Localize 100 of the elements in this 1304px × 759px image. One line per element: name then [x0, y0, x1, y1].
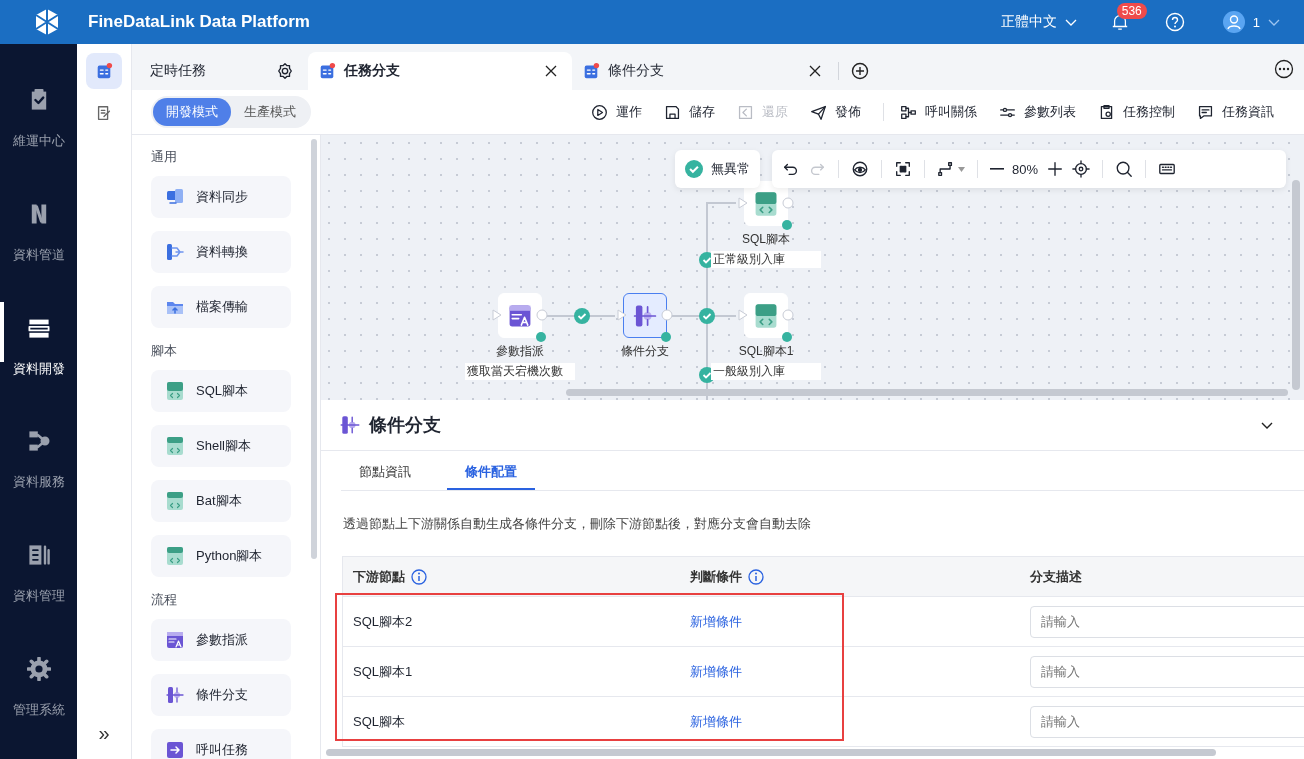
expand-button[interactable]: » [98, 722, 110, 745]
scrollbar[interactable] [1292, 180, 1300, 390]
toolbar-button[interactable]: 運作 [591, 103, 642, 121]
palette-item[interactable]: Bat腳本 [151, 480, 291, 522]
scrollbar[interactable] [566, 389, 1288, 396]
flow-node[interactable] [623, 293, 667, 338]
add-condition-link[interactable]: 新增條件 [690, 612, 742, 631]
item-label: SQL腳本 [196, 382, 248, 400]
section-heading: 流程 [151, 591, 178, 609]
editor-tab[interactable]: 定時任務 [132, 52, 308, 90]
toolbar-button[interactable]: 發佈 [810, 103, 861, 121]
input-field[interactable]: 請輸入 [1030, 605, 1304, 638]
shell-file-icon [165, 436, 185, 456]
nav-item[interactable]: 資料管理 [0, 531, 77, 646]
app-title: FineDataLink Data Platform [88, 12, 310, 32]
palette-item[interactable]: Shell腳本 [151, 425, 291, 467]
nav-item[interactable]: 維運中心 [0, 76, 77, 190]
node-note: 一般級別入庫 [711, 363, 821, 380]
output-port-icon [782, 309, 794, 321]
panel-tab[interactable]: 節點資訊 [341, 455, 429, 490]
user-menu[interactable]: 1 [1222, 11, 1280, 33]
palette-item[interactable]: Python腳本 [151, 535, 291, 577]
scrollbar[interactable] [311, 139, 317, 559]
tool-button[interactable] [851, 160, 869, 178]
toolbar-button[interactable]: 參數列表 [999, 103, 1076, 121]
check-circle-icon [699, 308, 715, 324]
node-label: 條件分支 [621, 343, 669, 360]
palette-item[interactable]: 參數指派 [151, 619, 291, 661]
node-label: 參數指派 [496, 343, 544, 360]
task-icon [318, 62, 336, 80]
input-port-icon [617, 309, 627, 321]
language-selector[interactable]: 正體中文 [1000, 13, 1077, 31]
palette-item[interactable]: 檔案傳輸 [151, 286, 291, 328]
status-text: 無異常 [711, 160, 750, 178]
tool-button[interactable] [1115, 160, 1134, 178]
palette-item[interactable]: 條件分支 [151, 674, 291, 716]
editor-tab[interactable]: 任務分支 [308, 52, 572, 90]
toolbar-button[interactable]: 呼叫關係 [900, 103, 977, 121]
tool-button[interactable] [1046, 160, 1065, 178]
branch-icon [165, 685, 185, 705]
panel-tab[interactable]: 條件配置 [447, 455, 535, 490]
column-header: 判斷條件 [690, 567, 742, 586]
close-icon[interactable] [808, 64, 822, 78]
nav-item[interactable]: 資料服務 [0, 417, 77, 532]
settings-icon [26, 657, 51, 682]
toolbar-button[interactable]: 任務資訊 [1197, 103, 1274, 121]
notification-badge: 536 [1116, 3, 1147, 19]
table-cell: SQL腳本 [353, 712, 405, 731]
mode-option[interactable]: 生產模式 [231, 98, 309, 126]
transform-icon [165, 242, 185, 262]
input-port-icon [738, 309, 748, 321]
description-text: 透過節點上下游關係自動生成各條件分支，刪除下游節點後，對應分支會自動去除 [343, 515, 812, 533]
panel-title: 條件分支 [369, 414, 441, 437]
item-label: 資料同步 [196, 188, 248, 206]
add-condition-link[interactable]: 新增條件 [690, 712, 742, 731]
add-tab-icon[interactable] [851, 62, 869, 80]
add-condition-link[interactable]: 新增條件 [690, 662, 742, 681]
info-icon[interactable] [748, 568, 764, 585]
close-icon[interactable] [544, 64, 558, 78]
palette-item[interactable]: 呼叫任務 [151, 729, 291, 759]
edit-icon [95, 104, 113, 122]
tool-button[interactable] [894, 160, 912, 178]
tool-button[interactable] [1072, 160, 1091, 178]
item-label: 參數指派 [196, 631, 248, 649]
tab-label: 任務分支 [344, 62, 401, 80]
caret-icon [958, 166, 965, 172]
sql-file-icon [753, 190, 779, 217]
help-icon[interactable] [1164, 12, 1185, 32]
node-note: 正常級別入庫 [711, 251, 821, 268]
check-circle-icon [685, 160, 703, 178]
bars-icon [26, 543, 51, 568]
item-label: 條件分支 [196, 686, 248, 704]
play-icon [591, 103, 608, 121]
network-icon [26, 429, 51, 454]
editor-tab[interactable]: 條件分支 [572, 52, 836, 90]
python-file-icon [165, 546, 185, 566]
scrollbar[interactable] [326, 749, 1216, 756]
plus-icon [1046, 160, 1065, 178]
more-icon[interactable] [1274, 59, 1294, 79]
check-circle-icon [574, 308, 590, 324]
input-field[interactable]: 請輸入 [1030, 705, 1304, 738]
mode-option[interactable]: 開發模式 [153, 98, 231, 126]
nav-item[interactable]: 管理系統 [0, 645, 77, 759]
nav-item[interactable]: 資料開發 [0, 303, 77, 418]
nav-item[interactable]: 資料管道 [0, 189, 77, 304]
toolbar-button[interactable]: 儲存 [664, 103, 715, 121]
palette-item[interactable]: SQL腳本 [151, 370, 291, 412]
palette-item[interactable]: 資料同步 [151, 176, 291, 218]
fit-screen-icon [894, 160, 912, 178]
branch-icon [339, 414, 361, 436]
output-port-icon [782, 197, 794, 209]
palette-item[interactable]: 資料轉換 [151, 231, 291, 273]
sidebar-tab[interactable] [86, 53, 122, 89]
info-icon[interactable] [411, 568, 427, 585]
tool-button[interactable] [937, 160, 965, 178]
column-header: 分支描述 [1030, 567, 1082, 586]
item-label: Shell腳本 [196, 437, 251, 455]
toolbar-button[interactable]: 任務控制 [1098, 103, 1175, 121]
input-port-icon [492, 309, 502, 321]
input-field[interactable]: 請輸入 [1030, 655, 1304, 688]
